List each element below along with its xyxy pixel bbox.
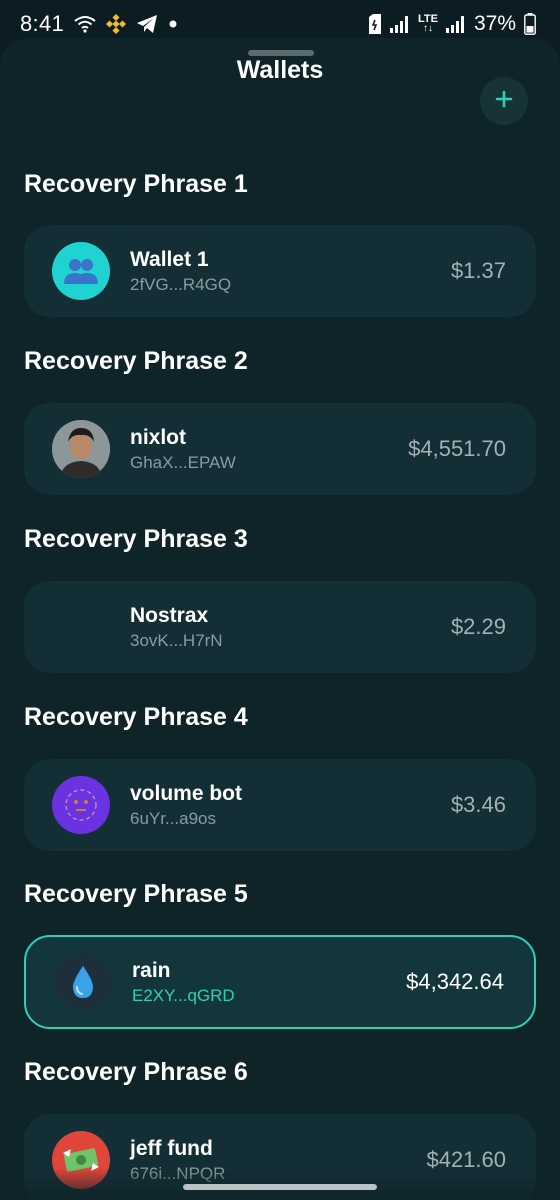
group-title-1: Recovery Phrase 1 [24, 170, 248, 198]
bot-face-icon [52, 776, 110, 834]
wallet-name: nixlot [130, 425, 186, 449]
signal-icon [445, 15, 466, 33]
group-icon [52, 242, 110, 300]
wallet-info: nixlot GhaX...EPAW [130, 425, 408, 474]
signal-icon [390, 15, 410, 33]
battery-percent: 37% [473, 12, 516, 35]
wallet-balance: $4,551.70 [408, 436, 506, 461]
wallet-info: volume bot 6uYr...a9os [130, 781, 451, 830]
status-right: LTE ↑↓ 37% [368, 12, 536, 36]
droplet-icon [54, 953, 112, 1011]
wallet-address: 6uYr...a9os [130, 808, 217, 828]
header: Wallets [0, 40, 560, 100]
binance-icon [106, 14, 127, 34]
wallet-balance: $4,342.64 [406, 969, 504, 994]
sim-icon [368, 14, 382, 34]
wallet-balance: $3.46 [450, 792, 506, 817]
add-wallet-button[interactable] [480, 77, 528, 125]
blank-avatar [52, 598, 110, 656]
battery-icon [524, 13, 536, 35]
wallet-name: rain [132, 958, 171, 982]
wallet-name: volume bot [130, 781, 243, 805]
wallet-name: Wallet 1 [130, 247, 209, 271]
group-title-5: Recovery Phrase 5 [24, 880, 248, 908]
wallet-info: Wallet 1 2fVG...R4GQ [130, 247, 451, 296]
group-title-3: Recovery Phrase 3 [24, 525, 248, 553]
home-indicator[interactable] [183, 1184, 377, 1190]
notification-dot-icon [168, 19, 178, 29]
wallet-address: 2fVG...R4GQ [130, 274, 232, 294]
profile-photo-avatar [52, 420, 110, 478]
wallet-balance: $1.37 [450, 258, 506, 283]
data-arrows-icon: ↑↓ [422, 23, 433, 34]
wallet-name: jeff fund [130, 1136, 213, 1160]
wallet-info: rain E2XY...qGRD [132, 958, 406, 1007]
group-title-6: Recovery Phrase 6 [24, 1058, 248, 1086]
wallet-card-2[interactable]: nixlot GhaX...EPAW $4,551.70 [24, 403, 536, 495]
wallet-address: GhaX...EPAW [130, 452, 236, 472]
telegram-icon [136, 14, 158, 34]
plus-icon [494, 89, 514, 114]
group-title-4: Recovery Phrase 4 [24, 703, 248, 731]
wallet-info: Nostrax 3ovK...H7rN [130, 603, 451, 652]
wallet-card-1[interactable]: Wallet 1 2fVG...R4GQ $1.37 [24, 225, 536, 317]
group-title-2: Recovery Phrase 2 [24, 347, 248, 375]
page-title: Wallets [236, 55, 324, 84]
wifi-icon [74, 15, 96, 33]
wallet-address: 3ovK...H7rN [130, 630, 223, 650]
wallet-card-5-selected[interactable]: rain E2XY...qGRD $4,342.64 [24, 935, 536, 1029]
status-time: 8:41 [20, 11, 65, 36]
wallet-card-3[interactable]: Nostrax 3ovK...H7rN $2.29 [24, 581, 536, 673]
wallet-address: E2XY...qGRD [132, 985, 235, 1005]
lte-icon: LTE ↑↓ [418, 14, 438, 34]
status-left: 8:41 [20, 11, 178, 37]
wallet-card-4[interactable]: volume bot 6uYr...a9os $3.46 [24, 759, 536, 851]
wallet-name: Nostrax [130, 603, 209, 627]
wallet-balance: $2.29 [450, 614, 506, 639]
